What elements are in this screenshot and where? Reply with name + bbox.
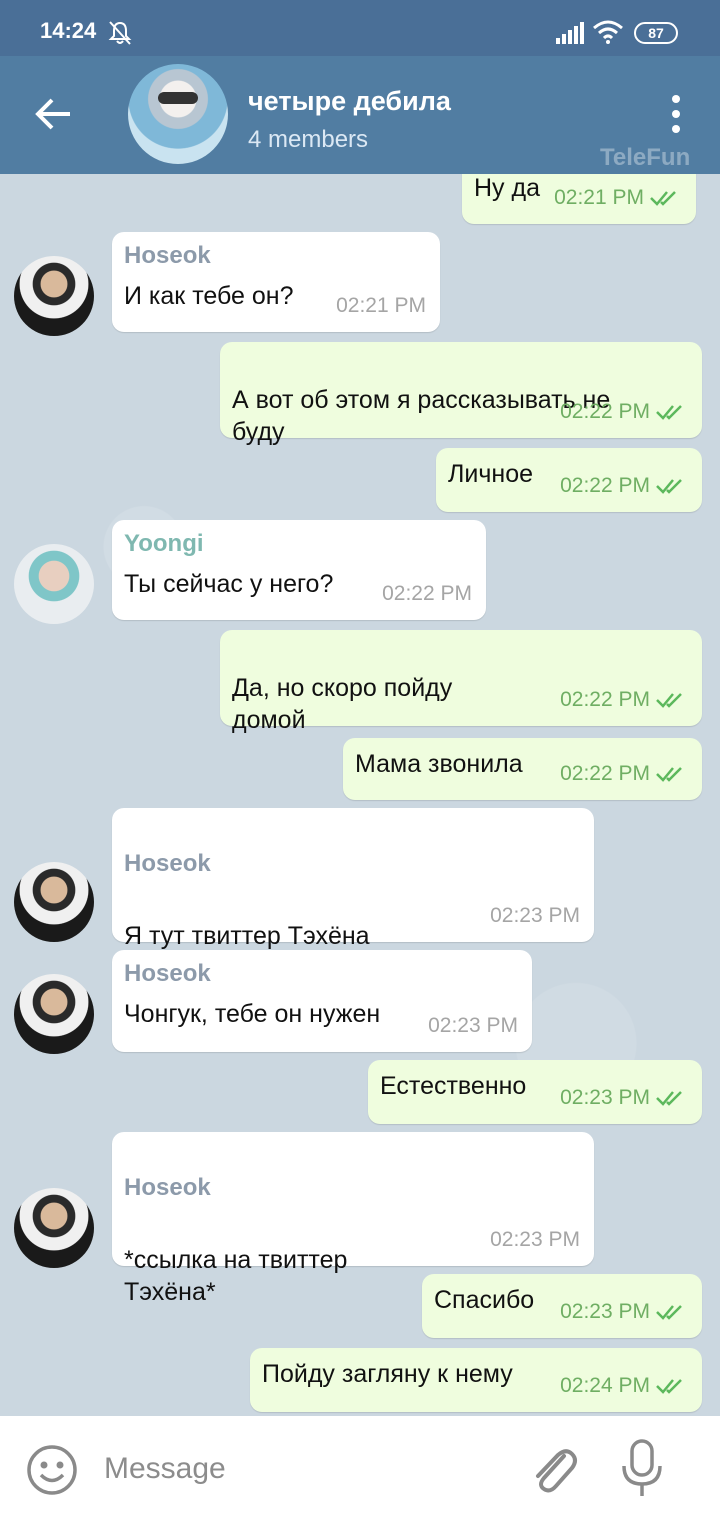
message-list[interactable]: Ну да 02:21 PM Hoseok И как тебе он? 02:…	[0, 174, 720, 1416]
microphone-icon[interactable]	[620, 1438, 664, 1500]
message-meta: 02:23 PM	[428, 1010, 518, 1042]
message-outgoing[interactable]: Да, но скоро пойду домой 02:22 PM	[220, 630, 702, 734]
read-checkmarks-icon	[656, 1305, 682, 1320]
back-arrow-icon[interactable]	[34, 94, 74, 134]
message-incoming[interactable]: Hoseok Чонгук, тебе он нужен 02:23 PM	[112, 950, 532, 1052]
group-avatar[interactable]	[128, 64, 228, 164]
message-text: Личное	[448, 460, 534, 488]
message-meta: 02:23 PM	[490, 900, 580, 932]
message-meta: 02:23 PM	[490, 1224, 580, 1256]
wifi-icon	[593, 20, 623, 44]
sender-name[interactable]: Hoseok	[124, 960, 520, 988]
message-incoming[interactable]: Hoseok *ссылка на твиттер Тэхёна* 02:23 …	[112, 1132, 594, 1306]
message-meta: 02:23 PM	[560, 1296, 688, 1328]
message-outgoing[interactable]: Пойду загляну к нему 02:24 PM	[250, 1348, 702, 1412]
battery-indicator: 87	[634, 22, 678, 44]
message-meta: 02:22 PM	[560, 684, 688, 716]
status-time: 14:24	[40, 18, 97, 43]
message-outgoing[interactable]: Мама звонила 02:22 PM	[343, 738, 702, 800]
message-meta: 02:22 PM	[382, 578, 472, 610]
message-meta: 02:24 PM	[560, 1370, 688, 1402]
message-time: 02:22 PM	[560, 762, 650, 785]
message-meta: 02:21 PM	[336, 290, 426, 322]
watermark: TeleFun	[600, 144, 691, 171]
message-meta: 02:22 PM	[560, 396, 688, 428]
avatar-hoseok[interactable]	[14, 1188, 94, 1268]
message-time: 02:22 PM	[560, 474, 650, 497]
status-bar: 14:24 87	[0, 0, 720, 56]
message-time: 02:23 PM	[490, 1228, 580, 1251]
message-incoming[interactable]: Yoongi Ты сейчас у него? 02:22 PM	[112, 520, 486, 620]
message-meta: 02:23 PM	[560, 1082, 688, 1114]
more-options-icon[interactable]	[668, 94, 684, 134]
message-time: 02:21 PM	[554, 186, 644, 209]
sender-name[interactable]: Hoseok	[124, 1174, 582, 1202]
message-time: 02:22 PM	[560, 688, 650, 711]
message-text: Естественно	[380, 1072, 527, 1100]
message-time: 02:22 PM	[560, 400, 650, 423]
message-text: Ты сейчас у него?	[124, 570, 334, 598]
message-time: 02:23 PM	[490, 904, 580, 927]
chat-title[interactable]: четыре дебила	[248, 86, 451, 117]
message-outgoing[interactable]: Спасибо 02:23 PM	[422, 1274, 702, 1338]
read-checkmarks-icon	[656, 405, 682, 420]
message-outgoing[interactable]: А вот об этом я рассказывать не буду 02:…	[220, 342, 702, 446]
read-checkmarks-icon	[656, 767, 682, 782]
avatar-hoseok[interactable]	[14, 974, 94, 1054]
message-outgoing[interactable]: Естественно 02:23 PM	[368, 1060, 702, 1124]
message-incoming[interactable]: Hoseok Я тут твиттер Тэхёна нашёл 02:23 …	[112, 808, 594, 982]
emoji-icon[interactable]	[26, 1444, 78, 1496]
message-meta: 02:22 PM	[560, 758, 688, 790]
avatar-hoseok[interactable]	[14, 256, 94, 336]
message-time: 02:22 PM	[382, 582, 472, 605]
message-time: 02:24 PM	[560, 1374, 650, 1397]
message-text: Пойду загляну к нему	[262, 1360, 513, 1388]
member-count: 4 members	[248, 126, 369, 153]
read-checkmarks-icon	[656, 693, 682, 708]
notifications-muted-icon	[108, 21, 132, 45]
avatar-hoseok[interactable]	[14, 862, 94, 942]
message-text: А вот об этом я рассказывать не буду	[232, 386, 611, 446]
message-meta: 02:21 PM	[554, 182, 682, 214]
sender-name[interactable]: Hoseok	[124, 850, 582, 878]
message-time: 02:23 PM	[560, 1086, 650, 1109]
message-text: Мама звонила	[355, 750, 523, 778]
message-outgoing[interactable]: Личное 02:22 PM	[436, 448, 702, 512]
message-time: 02:21 PM	[336, 294, 426, 317]
message-text: Да, но скоро пойду домой	[232, 674, 453, 734]
message-input[interactable]: Message	[104, 1452, 226, 1486]
message-text: Ну да	[474, 174, 540, 202]
sender-name[interactable]: Yoongi	[124, 530, 474, 558]
message-text: Чонгук, тебе он нужен	[124, 1000, 381, 1028]
message-outgoing[interactable]: Ну да 02:21 PM	[462, 174, 696, 224]
signal-icon	[556, 22, 584, 44]
message-text: И как тебе он?	[124, 282, 294, 310]
read-checkmarks-icon	[656, 479, 682, 494]
message-text: Спасибо	[434, 1286, 535, 1314]
message-meta: 02:22 PM	[560, 470, 688, 502]
message-text: *ссылка на твиттер Тэхёна*	[124, 1246, 348, 1306]
message-time: 02:23 PM	[428, 1014, 518, 1037]
avatar-yoongi[interactable]	[14, 544, 94, 624]
message-incoming[interactable]: Hoseok И как тебе он? 02:21 PM	[112, 232, 440, 332]
sender-name[interactable]: Hoseok	[124, 242, 428, 270]
read-checkmarks-icon	[656, 1091, 682, 1106]
read-checkmarks-icon	[650, 191, 676, 206]
read-checkmarks-icon	[656, 1379, 682, 1394]
message-input-bar: Message	[0, 1416, 720, 1520]
attach-icon[interactable]	[528, 1442, 578, 1496]
message-time: 02:23 PM	[560, 1300, 650, 1323]
